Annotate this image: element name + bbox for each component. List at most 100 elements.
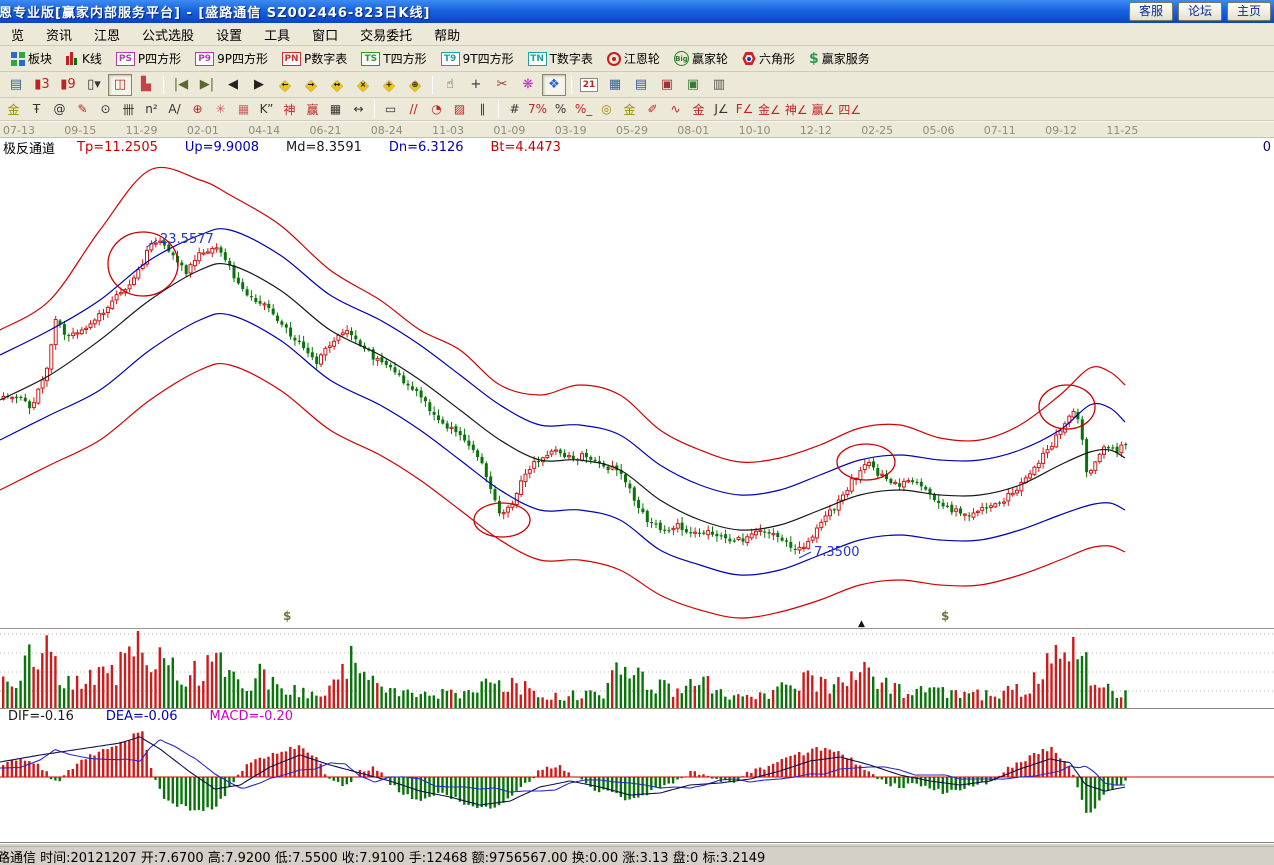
- volume-panel[interactable]: [0, 628, 1274, 708]
- number-grid-tool[interactable]: ▦: [324, 99, 347, 119]
- j-angle-tool[interactable]: J∠: [710, 99, 733, 119]
- pattern-match-icon[interactable]: ❖: [542, 74, 566, 96]
- range-measure-tool[interactable]: ↔: [347, 99, 370, 119]
- web-save-icon[interactable]: ▣: [681, 74, 705, 96]
- shift-right-icon[interactable]: ◆→: [299, 74, 323, 96]
- cycle-circle-tool[interactable]: ⊙: [94, 99, 117, 119]
- save-icon[interactable]: ▣: [655, 74, 679, 96]
- gann-box-tool[interactable]: ▦: [232, 99, 255, 119]
- brush-tool[interactable]: ✐: [641, 99, 664, 119]
- 9p-square-button[interactable]: P99P四方形: [188, 48, 275, 70]
- t-square-button[interactable]: TST四方形: [354, 48, 433, 70]
- report-icon[interactable]: ▤: [4, 74, 28, 96]
- wave-tool[interactable]: ∿: [664, 99, 687, 119]
- zoom-all-icon[interactable]: ◆⊕: [403, 74, 427, 96]
- f-angle-tool[interactable]: F∠: [733, 99, 756, 119]
- p-square-button[interactable]: PSP四方形: [109, 48, 188, 70]
- prev-bar-icon[interactable]: ◀: [221, 74, 245, 96]
- rect-tool[interactable]: ▭: [379, 99, 402, 119]
- date-label-02-01: 02-01: [187, 124, 219, 137]
- 9t-square-button[interactable]: T99T四方形: [434, 48, 521, 70]
- hand-tool-icon[interactable]: ☝: [438, 74, 462, 96]
- gold-angle-tool[interactable]: 金∠: [756, 99, 783, 119]
- volume-svg[interactable]: [0, 629, 1274, 709]
- four-angle-tool[interactable]: 四∠: [836, 99, 863, 119]
- winner-wheel-button[interactable]: Big赢家轮: [667, 48, 735, 70]
- arc-fan-tool[interactable]: ◔: [425, 99, 448, 119]
- extreme-channel-icon[interactable]: ◫: [108, 74, 132, 96]
- f-percent-tool[interactable]: Ŧ: [25, 99, 48, 119]
- support-button[interactable]: 客服: [1129, 2, 1173, 21]
- crosshair-icon[interactable]: +: [464, 74, 488, 96]
- percent-line-tool[interactable]: %_: [572, 99, 595, 119]
- magic-angle-tool[interactable]: 神∠: [783, 99, 810, 119]
- first-bar-icon[interactable]: |◀: [169, 74, 193, 96]
- kline-9-icon[interactable]: ▮9: [56, 74, 80, 96]
- angle-ruler-tool[interactable]: A/: [163, 99, 186, 119]
- compress-x-icon[interactable]: ◆×: [351, 74, 375, 96]
- speed-fan-tool[interactable]: //: [402, 99, 425, 119]
- fib-series-tool[interactable]: n²: [140, 99, 163, 119]
- svg-text:23.5577: 23.5577: [160, 232, 214, 247]
- k-count-tool[interactable]: K”: [255, 99, 278, 119]
- macd-svg[interactable]: [0, 724, 1274, 826]
- pen-ruler-tool[interactable]: ✎: [71, 99, 94, 119]
- menu-item-4[interactable]: 设置: [205, 25, 253, 44]
- sector-button[interactable]: 板块: [2, 48, 59, 70]
- parallel-lines-tool[interactable]: ∥: [471, 99, 494, 119]
- percent-7-tool[interactable]: 7%: [526, 99, 549, 119]
- gann-wheel-button[interactable]: 江恩轮: [600, 48, 667, 70]
- menu-item-3[interactable]: 公式选股: [131, 25, 205, 44]
- spiral-tool[interactable]: @: [48, 99, 71, 119]
- percent-tool[interactable]: %: [549, 99, 572, 119]
- cycle-ruler-tool[interactable]: 卌: [117, 99, 140, 119]
- last-bar-icon[interactable]: ▶|: [195, 74, 219, 96]
- main-chart-svg[interactable]: 23.55777.3500$$▲: [0, 156, 1274, 628]
- erase-tool-icon[interactable]: ✂: [490, 74, 514, 96]
- menu-item-7[interactable]: 交易委托: [349, 25, 423, 44]
- kline-button[interactable]: K线: [59, 48, 109, 70]
- winner-number-tool[interactable]: 赢: [301, 99, 324, 119]
- home-button[interactable]: 主页: [1227, 2, 1271, 21]
- menu-item-0[interactable]: 览: [0, 25, 35, 44]
- memo-icon[interactable]: ▤: [629, 74, 653, 96]
- gold-circle-tool[interactable]: ◎: [595, 99, 618, 119]
- calculator-icon[interactable]: ▦: [603, 74, 627, 96]
- color-histogram-icon[interactable]: ▙: [134, 74, 158, 96]
- menu-item-2[interactable]: 江恩: [83, 25, 131, 44]
- menu-item-6[interactable]: 窗口: [301, 25, 349, 44]
- menu-item-1[interactable]: 资讯: [35, 25, 83, 44]
- calendar-icon[interactable]: 21: [577, 74, 601, 96]
- gann-rose-icon[interactable]: ❋: [516, 74, 540, 96]
- expand-x-icon[interactable]: ◆↔: [325, 74, 349, 96]
- winner-wheel-button-label: 赢家轮: [692, 50, 728, 67]
- gold-line-tool[interactable]: 金: [618, 99, 641, 119]
- gann-circle-tool[interactable]: ⊕: [186, 99, 209, 119]
- p-table-button[interactable]: PNP数字表: [275, 48, 354, 70]
- stat-panel-tool[interactable]: #: [503, 99, 526, 119]
- next-bar-icon[interactable]: ▶: [247, 74, 271, 96]
- winner-service-button[interactable]: $赢家服务: [802, 48, 877, 70]
- toolbar-icons: ▤▮3▮9▯▾◫▙|◀▶|◀▶◆←◆→◆↔◆×◆+◆⊕☝+✂❋❖21▦▤▣▣▥: [0, 72, 1274, 98]
- magic-number-tool[interactable]: 神: [278, 99, 301, 119]
- hexagon-button[interactable]: 六角形: [735, 48, 802, 70]
- menu-item-8[interactable]: 帮助: [423, 25, 471, 44]
- menu-item-5[interactable]: 工具: [253, 25, 301, 44]
- macd-label-row: DIF=-0.16DEA=-0.06MACD=-0.20: [0, 708, 1274, 724]
- kline-3-icon[interactable]: ▮3: [30, 74, 54, 96]
- date-label-11-25: 11-25: [1106, 124, 1138, 137]
- fib-fan-box-tool[interactable]: ▨: [448, 99, 471, 119]
- forum-button[interactable]: 论坛: [1178, 2, 1222, 21]
- gold-box-tool[interactable]: 金: [687, 99, 710, 119]
- workstation-icon[interactable]: ▥: [707, 74, 731, 96]
- zoom-in-icon[interactable]: ◆+: [377, 74, 401, 96]
- macd-panel[interactable]: [0, 724, 1274, 826]
- gann-grid-tool[interactable]: ✳: [209, 99, 232, 119]
- t-table-button[interactable]: TNT数字表: [521, 48, 600, 70]
- gold-section-tool[interactable]: 金: [2, 99, 25, 119]
- menu-bar: 览资讯江恩公式选股设置工具窗口交易委托帮助: [0, 23, 1274, 46]
- shift-left-icon[interactable]: ◆←: [273, 74, 297, 96]
- candle-style-icon[interactable]: ▯▾: [82, 74, 106, 96]
- main-kline-chart[interactable]: 23.55777.3500$$▲: [0, 156, 1274, 628]
- winner-angle-tool[interactable]: 赢∠: [810, 99, 837, 119]
